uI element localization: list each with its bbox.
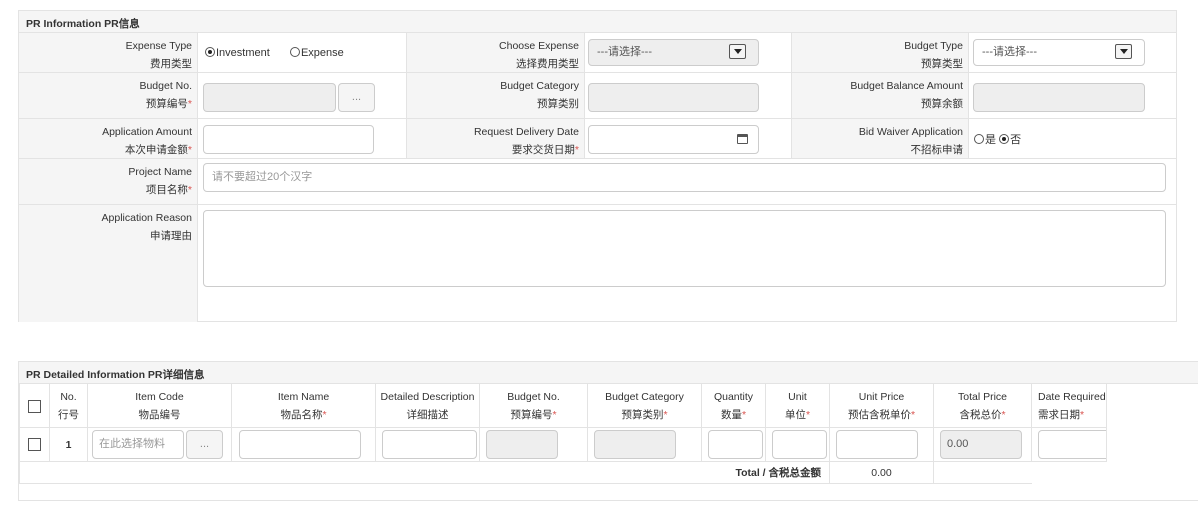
budget-no-input[interactable] <box>203 83 336 112</box>
unit-price-cell <box>829 427 934 462</box>
application-reason-textarea[interactable] <box>203 210 1166 287</box>
col-no: No. 行号 <box>49 384 88 428</box>
col-item-name: Item Name 物品名称* <box>231 384 376 428</box>
radio-investment[interactable]: Investment <box>205 47 270 59</box>
label-project-name: Project Name 项目名称* <box>19 159 198 204</box>
label-bid-waiver: Bid Waiver Application 不招标申请 <box>792 119 969 158</box>
label-budget-balance: Budget Balance Amount 预算余额 <box>792 73 969 118</box>
label-application-amount: Application Amount 本次申请金额* <box>19 119 198 158</box>
table-row: 1 在此选择物料 ... 0.00 <box>19 427 1107 462</box>
item-code-input[interactable]: 在此选择物料 <box>92 430 184 459</box>
budget-category-input[interactable] <box>588 83 759 112</box>
item-name-cell <box>231 427 376 462</box>
total-price-cell: 0.00 <box>933 427 1032 462</box>
row-budget-category-input[interactable] <box>594 430 676 459</box>
radio-investment-circle[interactable] <box>205 47 215 57</box>
label-budget-category: Budget Category 预算类别 <box>407 73 585 118</box>
row-budget-no-input[interactable] <box>486 430 558 459</box>
row-checkbox[interactable] <box>28 438 41 451</box>
radio-expense[interactable]: Expense <box>289 47 344 59</box>
expense-type-radio-group: Investment Expense <box>205 47 344 59</box>
budget-category-cell <box>587 427 702 462</box>
unit-price-input[interactable] <box>836 430 918 459</box>
application-amount-input[interactable] <box>203 125 374 154</box>
total-empty-cell <box>933 461 1032 484</box>
label-budget-no: Budget No. 预算编号* <box>19 73 198 118</box>
row-budget-no: Budget No. 预算编号* ... Budget Category 预算类… <box>19 73 1176 119</box>
col-total-price: Total Price 含税总价* <box>933 384 1032 428</box>
row-application-amount: Application Amount 本次申请金额* Request Deliv… <box>19 119 1176 159</box>
row-expense-type: Expense Type 费用类型 Investment Expense Cho… <box>19 33 1176 73</box>
row-no: 1 <box>49 427 88 462</box>
pr-information-panel: PR Information PR信息 Expense Type 费用类型 In… <box>18 10 1177 322</box>
choose-expense-select[interactable]: ---请选择--- <box>588 39 759 66</box>
chevron-down-icon[interactable] <box>1115 44 1132 59</box>
label-request-delivery-date: Request Delivery Date 要求交货日期* <box>407 119 585 158</box>
radio-expense-circle[interactable] <box>289 47 300 57</box>
item-code-lookup-button[interactable]: ... <box>186 430 223 459</box>
item-name-input[interactable] <box>239 430 361 459</box>
pr-detail-panel: PR Detailed Information PR详细信息 No. 行号 Ite… <box>18 361 1198 501</box>
request-delivery-date-input[interactable] <box>588 125 759 154</box>
table-total-row: Total / 含税总金额 0.00 <box>19 461 1107 484</box>
budget-type-select[interactable]: ---请选择--- <box>973 39 1145 66</box>
chevron-down-icon[interactable] <box>729 44 746 59</box>
date-required-input[interactable] <box>1038 430 1106 459</box>
pr-detail-title: PR Detailed Information PR详细信息 <box>19 362 1198 384</box>
radio-bid-waiver-yes[interactable]: 是 <box>974 134 996 146</box>
pr-information-title: PR Information PR信息 <box>19 11 1176 33</box>
col-budget-category: Budget Category 预算类别* <box>587 384 702 428</box>
project-name-input[interactable]: 请不要超过20个汉字 <box>203 163 1166 192</box>
total-label-cell: Total / 含税总金额 <box>19 461 830 484</box>
bid-waiver-radio-group: 是 否 <box>974 131 1021 147</box>
detailed-description-input[interactable] <box>382 430 477 459</box>
col-unit: Unit 单位* <box>765 384 830 428</box>
budget-no-lookup-button[interactable]: ... <box>338 83 375 112</box>
detailed-description-cell <box>375 427 480 462</box>
quantity-cell <box>701 427 766 462</box>
calendar-icon[interactable] <box>737 134 748 144</box>
radio-bid-waiver-no[interactable]: 否 <box>999 134 1021 146</box>
quantity-input[interactable] <box>708 430 763 459</box>
unit-input[interactable] <box>772 430 827 459</box>
radio-no-circle[interactable] <box>999 134 1010 144</box>
label-application-reason: Application Reason 申请理由 <box>19 205 198 322</box>
budget-balance-input[interactable] <box>973 83 1145 112</box>
label-choose-expense: Choose Expense 选择费用类型 <box>407 33 585 72</box>
col-unit-price: Unit Price 预估含税单价* <box>829 384 934 428</box>
budget-no-cell <box>479 427 588 462</box>
col-item-code: Item Code 物品编号 <box>87 384 232 428</box>
table-header-row: No. 行号 Item Code 物品编号 Item Name 物品名称* Detai… <box>19 384 1107 428</box>
date-required-cell <box>1031 427 1107 462</box>
label-budget-type: Budget Type 预算类型 <box>792 33 969 72</box>
row-project-name: Project Name 项目名称* 请不要超过20个汉字 <box>19 159 1176 205</box>
col-budget-no: Budget No. 预算编号* <box>479 384 588 428</box>
pr-detail-table: No. 行号 Item Code 物品编号 Item Name 物品名称* Detai… <box>19 384 1107 484</box>
total-price-input: 0.00 <box>940 430 1022 459</box>
col-date-required: Date Required 需求日期* <box>1031 384 1107 428</box>
select-all-cell <box>19 384 50 428</box>
radio-yes-circle[interactable] <box>974 134 984 144</box>
col-detailed-description: Detailed Description 详细描述 <box>375 384 480 428</box>
unit-cell <box>765 427 830 462</box>
col-quantity: Quantity 数量* <box>701 384 766 428</box>
row-checkbox-cell <box>19 427 50 462</box>
total-value-cell: 0.00 <box>829 461 934 484</box>
select-all-checkbox[interactable] <box>28 399 41 413</box>
row-application-reason: Application Reason 申请理由 <box>19 205 1176 322</box>
label-expense-type: Expense Type 费用类型 <box>19 33 198 72</box>
item-code-cell: 在此选择物料 ... <box>87 427 232 462</box>
